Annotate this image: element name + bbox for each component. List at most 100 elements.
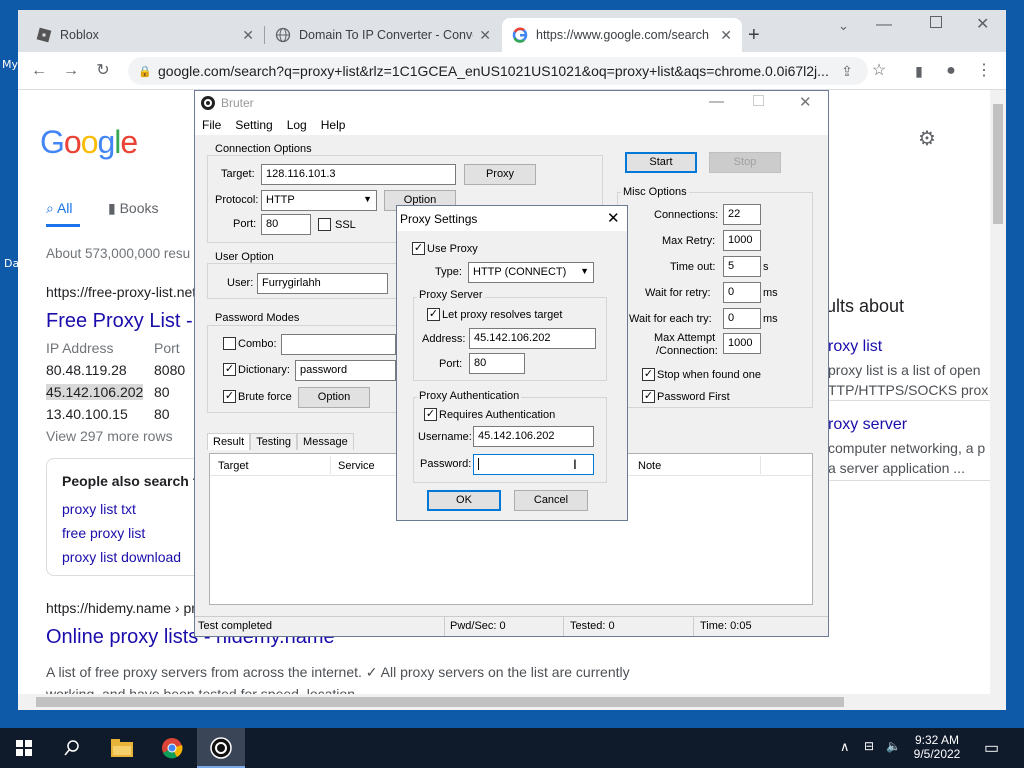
tab-google-search[interactable]: https://www.google.com/search ✕ [502,18,742,52]
tab-domain-converter[interactable]: Domain To IP Converter - Conve ✕ [265,18,501,52]
tab-roblox[interactable]: Roblox ✕ [26,18,264,52]
tab-books[interactable]: ▮ Books [108,200,159,217]
proxy-button[interactable]: Proxy [464,164,536,185]
proxy-username-input[interactable]: 45.142.106.202 [473,426,594,447]
column-header-service[interactable]: Service [338,460,375,472]
tab-search-icon[interactable]: ⌄ [838,18,849,34]
reload-icon[interactable]: ↻ [92,60,114,82]
password-first-checkbox[interactable]: ✓ [642,390,655,403]
address-label: Address: [422,333,466,345]
related-search-link[interactable]: free proxy list [62,525,145,541]
dictionary-checkbox[interactable]: ✓ [223,363,236,376]
menu-log[interactable]: Log [280,115,314,135]
maximize-icon[interactable] [930,16,942,28]
result-url[interactable]: https://free-proxy-list.net [46,284,196,300]
related-search-link[interactable]: proxy list txt [62,501,136,517]
menu-help[interactable]: Help [314,115,353,135]
bookmark-star-icon[interactable]: ☆ [868,60,890,82]
side-link[interactable]: roxy server [828,416,907,434]
desktop-icon-label[interactable]: Da [4,257,19,270]
menu-setting[interactable]: Setting [228,115,279,135]
start-button[interactable]: Start [625,152,697,173]
bruter-menubar: File Setting Log Help [195,115,828,135]
forward-icon[interactable]: → [60,60,82,82]
max-attempt-input[interactable]: 1000 [723,333,761,354]
maximize-icon[interactable] [753,95,764,106]
volume-icon[interactable]: 🔈 [886,739,901,753]
timeout-input[interactable]: 5 [723,256,761,277]
chrome-icon[interactable] [148,728,196,768]
new-tab-button[interactable]: + [748,24,760,47]
settings-gear-icon[interactable]: ⚙ [918,126,936,151]
back-icon[interactable]: ← [28,60,50,82]
close-window-icon[interactable]: ✕ [976,14,989,34]
chevron-up-icon[interactable]: ∧ [840,739,850,755]
file-explorer-icon[interactable] [98,728,146,768]
dictionary-input[interactable]: password [295,360,396,381]
view-more-link[interactable]: View 297 more rows [46,428,173,444]
profile-icon[interactable]: ● [940,60,962,82]
search-icon[interactable] [48,728,96,768]
proxy-address-input[interactable]: 45.142.106.202 [469,328,596,349]
tab-result[interactable]: Result [207,433,251,450]
related-search-link[interactable]: proxy list download [62,549,181,565]
protocol-select[interactable]: HTTP ▼ [261,190,377,211]
stop-button[interactable]: Stop [709,152,781,173]
clock[interactable]: 9:32 AM 9/5/2022 [912,733,962,761]
close-icon[interactable]: ✕ [607,209,620,227]
horizontal-scrollbar[interactable] [18,694,1006,710]
brute-option-button[interactable]: Option [298,387,370,408]
dialog-titlebar[interactable]: Proxy Settings [397,206,627,231]
connections-input[interactable]: 22 [723,204,761,225]
minimize-icon[interactable]: — [876,16,892,34]
max-retry-input[interactable]: 1000 [723,230,761,251]
address-bar[interactable]: 🔒 google.com/search?q=proxy+list&rlz=1C1… [128,57,868,85]
ssl-checkbox[interactable] [318,218,331,231]
close-tab-icon[interactable]: ✕ [720,27,732,44]
tab-testing[interactable]: Testing [250,433,298,450]
proxy-type-select[interactable]: HTTP (CONNECT) ▼ [468,262,594,283]
resolves-target-checkbox[interactable]: ✓ [427,308,440,321]
bruter-titlebar[interactable]: Bruter [195,91,828,115]
requires-auth-checkbox[interactable]: ✓ [424,408,437,421]
desktop-icon-label[interactable]: My [2,58,18,71]
close-icon[interactable]: ✕ [799,93,812,111]
column-header-note[interactable]: Note [638,460,661,472]
use-proxy-checkbox[interactable]: ✓ [412,242,425,255]
network-icon[interactable]: ⊟ [864,739,874,753]
menu-file[interactable]: File [195,115,228,135]
wait-retry-input[interactable]: 0 [723,282,761,303]
side-link[interactable]: roxy list [828,338,882,356]
wait-try-input[interactable]: 0 [723,308,761,329]
column-header-target[interactable]: Target [218,460,249,472]
user-input[interactable]: Furrygirlahh [257,273,388,294]
share-icon[interactable]: ⇪ [836,60,858,82]
result-title[interactable]: Free Proxy List - [46,310,193,333]
group-label: Misc Options [621,186,689,198]
notification-icon[interactable]: ▭ [984,738,999,758]
menu-kebab-icon[interactable]: ⋮ [973,60,995,82]
windows-start-icon[interactable] [0,728,48,768]
side-text: computer networking, a p [828,440,986,456]
tab-message[interactable]: Message [297,433,354,450]
port-input[interactable]: 80 [261,214,311,235]
chevron-down-icon: ▼ [363,194,372,204]
proxy-port-input[interactable]: 80 [469,353,525,374]
stop-found-checkbox[interactable]: ✓ [642,368,655,381]
google-logo[interactable]: Google [40,124,138,161]
side-panel-icon[interactable]: ▮ [908,60,930,82]
ok-button[interactable]: OK [427,490,501,511]
bruter-taskbar-icon[interactable] [197,728,245,768]
minimize-icon[interactable]: — [709,93,724,110]
result-url[interactable]: https://hidemy.name › pr [46,600,196,616]
table-cell-selected[interactable]: 45.142.106.202 [46,384,144,400]
tab-all[interactable]: ⌕ All [46,200,73,217]
close-tab-icon[interactable]: ✕ [479,27,491,44]
brute-force-checkbox[interactable]: ✓ [223,390,236,403]
combo-checkbox[interactable] [223,337,236,350]
close-tab-icon[interactable]: ✕ [242,27,254,44]
target-input[interactable]: 128.116.101.3 [261,164,456,185]
cancel-button[interactable]: Cancel [514,490,588,511]
combo-input[interactable] [281,334,396,355]
vertical-scrollbar[interactable] [990,90,1006,694]
